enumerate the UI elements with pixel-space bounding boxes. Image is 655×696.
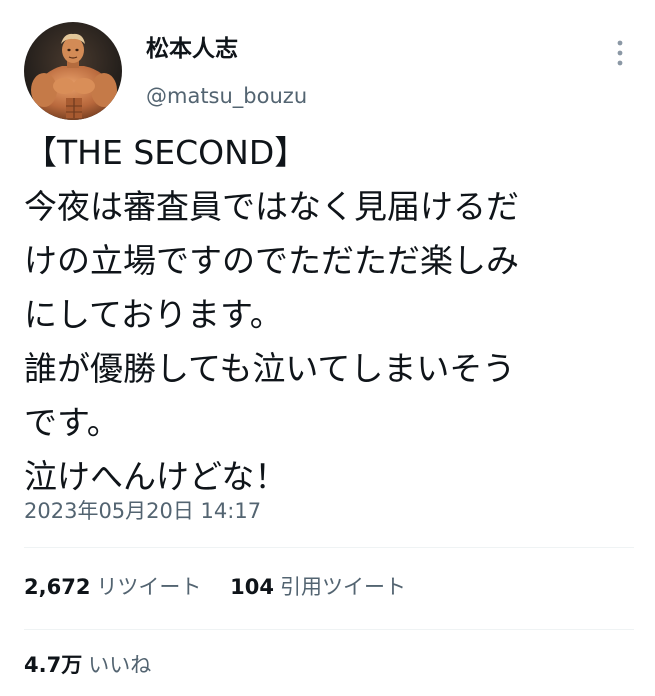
- like-count: 4.7万: [24, 653, 83, 677]
- more-options-button[interactable]: [606, 36, 634, 70]
- like-label: いいね: [88, 653, 152, 677]
- tweet-text-line: にしております。: [24, 295, 283, 334]
- retweets-stat[interactable]: 2,672 リツイート: [24, 572, 201, 602]
- retweet-label: リツイート: [96, 575, 202, 599]
- avatar[interactable]: [24, 22, 122, 120]
- quote-tweet-label: 引用ツイート: [279, 575, 406, 599]
- author-handle[interactable]: @matsu_bouzu: [146, 82, 307, 110]
- divider: [24, 629, 634, 630]
- more-vertical-icon: [617, 40, 623, 66]
- engagement-stats: 2,672 リツイート 104 引用ツイート: [24, 572, 406, 602]
- tweet-text-line: けの立場ですのでただただ楽しみ: [24, 241, 519, 280]
- tweet-text-line: 誰が優勝しても泣いてしまいそう: [24, 349, 516, 388]
- tweet-text-line: 【THE SECOND】: [24, 133, 308, 172]
- tweet-text: 【THE SECOND】 今夜は審査員ではなく見届けるだ けの立場ですのでただた…: [24, 126, 634, 504]
- quote-tweet-count: 104: [230, 575, 274, 599]
- quote-tweets-stat[interactable]: 104 引用ツイート: [230, 572, 406, 602]
- bodybuilder-figure-avatar-icon: [24, 22, 122, 120]
- likes-stats: 4.7万 いいね: [24, 650, 151, 680]
- likes-stat[interactable]: 4.7万 いいね: [24, 650, 151, 680]
- tweet-text-line: です。: [24, 403, 120, 442]
- author-display-name[interactable]: 松本人志: [146, 34, 238, 64]
- retweet-count: 2,672: [24, 575, 91, 599]
- tweet-card: 松本人志 @matsu_bouzu 【THE SECOND】 今夜は審査員ではな…: [0, 0, 655, 696]
- tweet-timestamp[interactable]: 2023年05月20日 14:17: [24, 496, 261, 526]
- divider: [24, 547, 634, 548]
- tweet-text-line: 今夜は審査員ではなく見届けるだ: [24, 187, 519, 226]
